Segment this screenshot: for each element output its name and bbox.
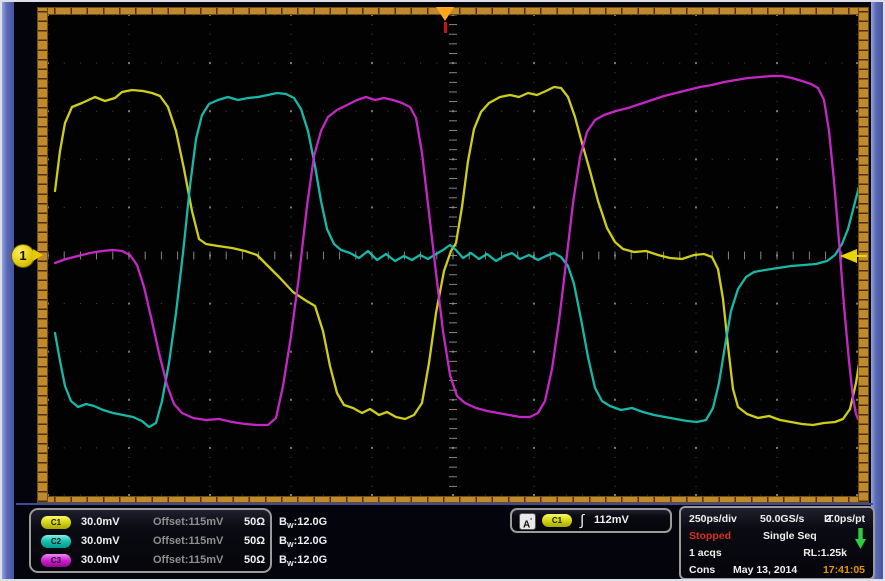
channel-readout-row-c3[interactable]: C3 30.0mV Offset:115mV 50Ω BW:12.0G	[39, 551, 270, 570]
time-value: 17:41:05	[823, 562, 865, 579]
channel1-reference-marker[interactable]: 1	[11, 244, 35, 268]
vertical-scale-c3: 30.0mV	[81, 551, 120, 570]
timebase-value: 250ps/div	[689, 511, 737, 528]
channel-badge-c1[interactable]: C1	[41, 516, 71, 529]
trigger-level-arrow-tail	[855, 255, 867, 257]
trigger-level-value: 112mV	[594, 510, 629, 531]
sample-rate-value: 50.0GS/s	[760, 511, 804, 528]
acq-status: Stopped	[689, 528, 731, 545]
run-state-row: Stopped Single Seq	[681, 528, 873, 545]
vertical-offset-c2: Offset:115mV	[153, 532, 223, 551]
bandwidth-c3: BW:12.0G	[279, 551, 327, 574]
vertical-scale-c2: 30.0mV	[81, 532, 120, 551]
channel-readout-box[interactable]: C1 30.0mV Offset:115mV 50Ω BW:12.0G C2 3…	[29, 508, 272, 573]
arrow-down-icon	[855, 528, 866, 549]
horizontal-readout-row: 250ps/div 50.0GS/s IT 2.0ps/pt	[681, 511, 873, 528]
termination-c2: 50Ω	[244, 532, 265, 551]
window-edge-right	[871, 2, 883, 579]
window-edge-left	[2, 2, 14, 579]
trigger-source-badge[interactable]: A'	[519, 513, 536, 530]
vertical-offset-c1: Offset:115mV	[153, 513, 223, 532]
model-label: Cons	[689, 562, 715, 579]
date-value: May 13, 2014	[733, 562, 797, 579]
waveform-c1	[55, 87, 858, 425]
acq-count: 1 acqs	[689, 545, 722, 562]
channel-badge-c3[interactable]: C3	[41, 554, 71, 567]
waveform-c2	[55, 93, 858, 427]
graticule-ruler-bottom	[37, 496, 869, 503]
record-row: 1 acqs RL:1.25k	[681, 545, 873, 562]
record-length: RL:1.25k	[803, 545, 847, 562]
waveform-svg	[48, 15, 858, 496]
channel1-reference-arrow-icon	[33, 249, 43, 261]
termination-c3: 50Ω	[244, 551, 265, 570]
trigger-readout-box[interactable]: A' C1 ∫ 112mV	[510, 508, 672, 533]
oscilloscope-screen: 1 C1 30.0mV Offset:115mV 50Ω BW:12.0G C2…	[0, 0, 885, 581]
datetime-row: Cons May 13, 2014 17:41:05	[681, 562, 873, 579]
trigger-point-tick	[444, 22, 447, 33]
resolution-value: 2.0ps/pt	[825, 511, 865, 528]
trigger-position-marker[interactable]	[436, 7, 454, 21]
trigger-channel-badge[interactable]: C1	[542, 514, 572, 527]
waveform-display[interactable]	[48, 15, 858, 496]
channel-readout-row-c2[interactable]: C2 30.0mV Offset:115mV 50Ω BW:12.0G	[39, 532, 270, 551]
channel-badge-c2[interactable]: C2	[41, 535, 71, 548]
vertical-offset-c3: Offset:115mV	[153, 551, 223, 570]
channel-readout-row-c1[interactable]: C1 30.0mV Offset:115mV 50Ω BW:12.0G	[39, 513, 270, 532]
termination-c1: 50Ω	[244, 513, 265, 532]
vertical-scale-c1: 30.0mV	[81, 513, 120, 532]
acq-sequence-mode: Single Seq	[763, 528, 817, 545]
frame-separator	[16, 503, 873, 505]
trigger-slope-icon: ∫	[580, 510, 584, 531]
acquisition-box[interactable]: 250ps/div 50.0GS/s IT 2.0ps/pt Stopped S…	[679, 506, 875, 580]
